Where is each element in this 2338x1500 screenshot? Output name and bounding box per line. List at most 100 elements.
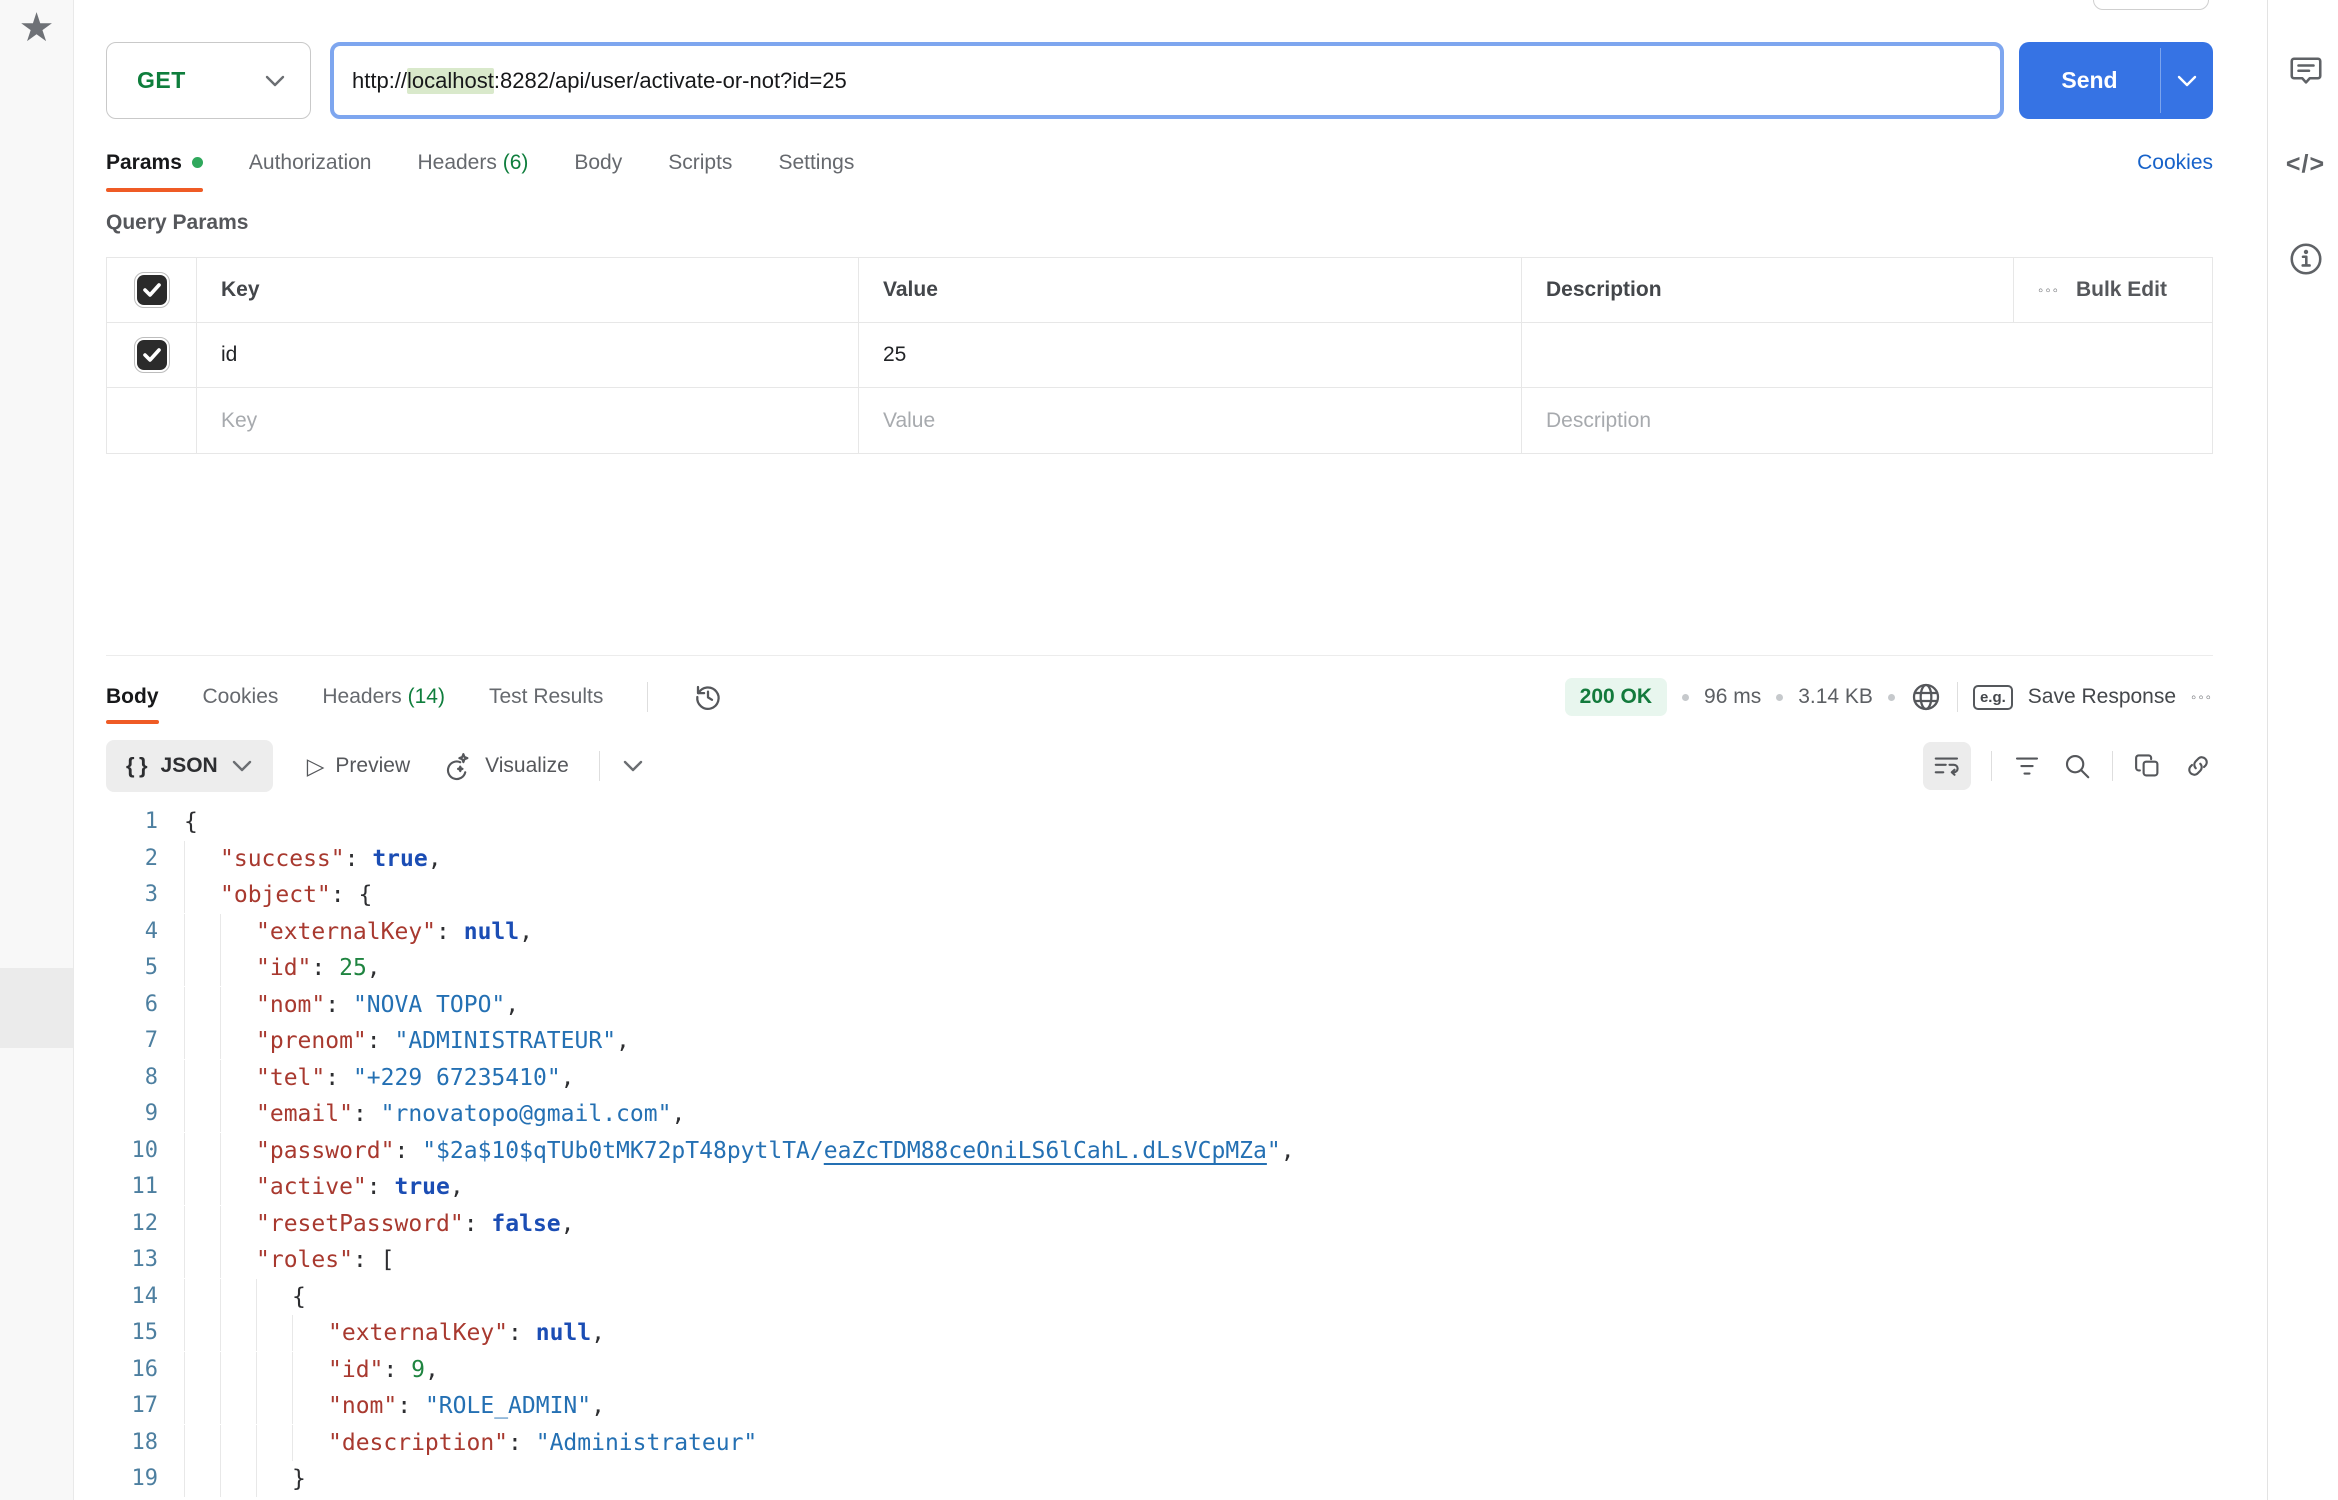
request-pane: GET http://localhost:8282/api/user/activ…	[106, 0, 2213, 655]
status-badge[interactable]: 200 OK	[1565, 678, 1667, 716]
indent-guide	[220, 987, 256, 1023]
comments-icon[interactable]	[2288, 52, 2324, 88]
code-line: 17"nom": "ROLE_ADMIN",	[74, 1388, 2213, 1425]
tab-label: Settings	[778, 151, 854, 174]
tab-label: Body	[106, 685, 159, 708]
divider	[1991, 751, 1992, 781]
check-icon	[143, 283, 161, 297]
format-label: JSON	[161, 754, 218, 778]
new-param-checkbox-cell	[107, 388, 197, 453]
favorites-star-icon[interactable]: ★	[19, 8, 55, 48]
new-param-description-input[interactable]	[1546, 409, 2179, 433]
visualize-button[interactable]: Visualize	[444, 751, 569, 781]
send-label: Send	[2019, 42, 2160, 119]
chevron-down-icon	[264, 74, 286, 88]
code-line: 9"email": "rnovatopo@gmail.com",	[74, 1096, 2213, 1133]
indent-guide	[184, 1315, 220, 1351]
response-more-button[interactable]: ◦◦◦	[2191, 689, 2213, 706]
line-number: 14	[74, 1279, 158, 1316]
select-all-checkbox[interactable]	[137, 275, 167, 305]
indent-guide	[184, 877, 220, 913]
code-panel-icon[interactable]: </>	[2286, 150, 2325, 179]
indent-guide	[184, 914, 220, 950]
param-value-input[interactable]	[883, 343, 1489, 367]
response-size[interactable]: 3.14 KB	[1798, 685, 1873, 709]
code-line: 11"active": true,	[74, 1169, 2213, 1206]
tab-settings[interactable]: Settings	[778, 151, 854, 175]
indent-guide	[184, 1279, 220, 1315]
code-line: 7"prenom": "ADMINISTRATEUR",	[74, 1023, 2213, 1060]
response-tab-cookies[interactable]: Cookies	[203, 685, 279, 709]
query-params-table: Key Value Description ◦◦◦ Bulk Edit	[106, 257, 2213, 454]
response-history-icon[interactable]	[692, 681, 724, 713]
save-response-button[interactable]: Save Response	[2028, 685, 2176, 709]
indent-guide	[220, 1315, 256, 1351]
view-options-caret[interactable]	[622, 759, 644, 773]
cookies-link[interactable]: Cookies	[2137, 151, 2213, 175]
query-params-title: Query Params	[106, 211, 2213, 235]
tab-authorization[interactable]: Authorization	[249, 151, 372, 175]
send-options-caret[interactable]	[2161, 42, 2213, 119]
search-icon[interactable]	[2062, 751, 2092, 781]
response-tab-body[interactable]: Body	[106, 685, 159, 709]
new-param-description-cell[interactable]	[1522, 388, 2212, 453]
tab-label: Cookies	[203, 685, 279, 708]
filter-icon[interactable]	[2012, 751, 2042, 781]
copy-icon[interactable]	[2133, 751, 2163, 781]
tab-params[interactable]: Params	[106, 151, 203, 175]
code-line: 12"resetPassword": false,	[74, 1206, 2213, 1243]
param-description-input[interactable]	[1546, 343, 2179, 367]
wrap-text-button[interactable]	[1923, 742, 1971, 790]
indent-guide	[220, 1023, 256, 1059]
tab-count: (6)	[503, 151, 529, 174]
response-tab-headers[interactable]: Headers (14)	[322, 685, 445, 709]
new-param-key-cell[interactable]	[197, 388, 859, 453]
new-param-key-input[interactable]	[221, 409, 826, 433]
dot-separator	[1888, 694, 1895, 701]
format-selector[interactable]: { } JSON	[106, 740, 273, 792]
response-time[interactable]: 96 ms	[1704, 685, 1761, 709]
new-param-value-input[interactable]	[883, 409, 1489, 433]
network-globe-icon[interactable]	[1910, 681, 1942, 713]
tab-count: (14)	[408, 685, 445, 708]
link-icon[interactable]	[2183, 751, 2213, 781]
tab-label: Scripts	[668, 151, 732, 174]
info-icon[interactable]	[2288, 241, 2324, 277]
bulk-edit-dots-icon: ◦◦◦	[2038, 282, 2060, 299]
code-line: 18"description": "Administrateur"	[74, 1425, 2213, 1462]
indent-guide	[292, 1352, 328, 1388]
indent-guide	[184, 1133, 220, 1169]
bulk-edit-button[interactable]: ◦◦◦ Bulk Edit	[2014, 258, 2212, 323]
url-prefix: http://	[352, 68, 407, 94]
line-number: 9	[74, 1096, 158, 1133]
preview-button[interactable]: ▷ Preview	[307, 754, 410, 778]
tab-body[interactable]: Body	[574, 151, 622, 175]
tab-scripts[interactable]: Scripts	[668, 151, 732, 175]
divider	[599, 751, 600, 781]
send-button[interactable]: Send	[2019, 42, 2213, 119]
history-clock-icon	[692, 681, 724, 713]
left-sidebar: ★	[0, 0, 74, 1500]
save-button-partial[interactable]	[2093, 0, 2209, 10]
param-key-cell[interactable]	[197, 323, 859, 388]
new-param-value-cell[interactable]	[859, 388, 1522, 453]
param-key-input[interactable]	[221, 343, 826, 367]
indent-guide	[220, 1388, 256, 1424]
param-description-cell[interactable]	[1522, 323, 2212, 388]
url-input[interactable]: http://localhost:8282/api/user/activate-…	[330, 42, 2004, 119]
method-selector[interactable]: GET	[106, 42, 311, 119]
param-checkbox[interactable]	[137, 340, 167, 370]
column-header-description: Description	[1522, 258, 2014, 323]
chevron-down-icon	[231, 759, 253, 773]
sidebar-selected-block[interactable]	[0, 968, 73, 1048]
line-number: 11	[74, 1169, 158, 1206]
column-header-value: Value	[859, 258, 1522, 323]
param-value-cell[interactable]	[859, 323, 1522, 388]
response-tab-test-results[interactable]: Test Results	[489, 685, 603, 709]
code-line: 1{	[74, 804, 2213, 841]
tab-headers[interactable]: Headers (6)	[417, 151, 528, 175]
indent-guide	[184, 1023, 220, 1059]
select-all-cell	[107, 258, 197, 323]
code-line: 10"password": "$2a$10$qTUb0tMK72pT48pytl…	[74, 1133, 2213, 1170]
response-body-code[interactable]: 1{2"success": true,3"object": {4"externa…	[74, 804, 2213, 1498]
